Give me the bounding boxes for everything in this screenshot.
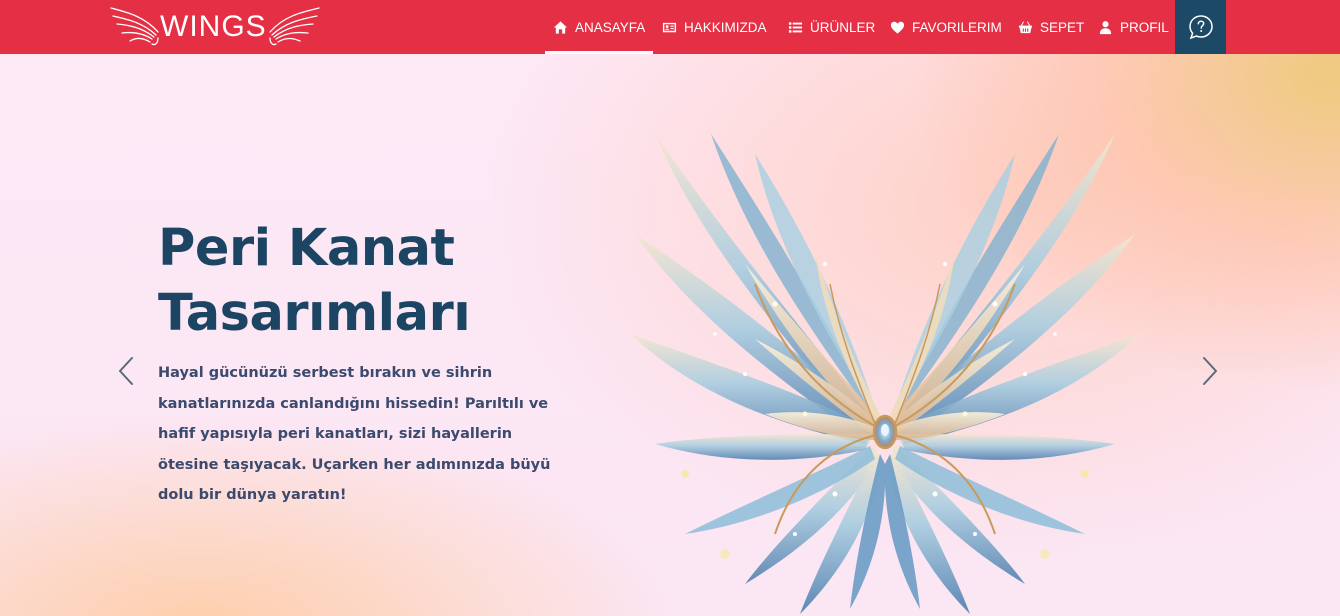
heart-icon	[890, 21, 905, 34]
carousel-prev-button[interactable]	[112, 351, 140, 391]
carousel-next-button[interactable]	[1196, 351, 1224, 391]
hero-title: Peri Kanat Tasarımları	[158, 219, 471, 343]
question-bubble-icon	[1188, 15, 1213, 40]
brand-logo[interactable]: WINGS	[108, 4, 322, 48]
chevron-left-icon	[119, 357, 133, 385]
nav-label: ANASAYFA	[575, 19, 646, 35]
nav-item-profil[interactable]: PROFIL	[1098, 0, 1169, 54]
basket-icon	[1018, 20, 1033, 33]
home-icon	[553, 20, 568, 34]
nav-label: HAKKIMIZDA	[684, 19, 767, 35]
nav-item-sepet[interactable]: SEPET	[1018, 0, 1084, 54]
nav-item-hakkimizda[interactable]: HAKKIMIZDA	[662, 0, 767, 54]
nav-label: FAVORILERIM	[912, 19, 1002, 35]
nav-label: SEPET	[1040, 19, 1085, 35]
fairy-wings-illustration	[629, 133, 1141, 615]
nav-label: ÜRÜNLER	[810, 19, 876, 35]
list-icon	[788, 21, 803, 33]
hero-description: Hayal gücünüzü serbest bırakın ve sihrin…	[158, 365, 551, 503]
nav-item-urunler[interactable]: ÜRÜNLER	[788, 0, 875, 54]
user-icon	[1099, 20, 1112, 34]
nav-item-favorilerim[interactable]: FAVORILERIM	[890, 0, 1002, 54]
nav-item-anasayfa[interactable]: ANASAYFA	[544, 0, 654, 54]
id-card-icon	[662, 22, 677, 32]
navbar: WINGS ANASAYFA HAKKIMIZDA ÜRÜNLER FAVORI…	[0, 0, 1340, 54]
help-button[interactable]	[1175, 0, 1226, 54]
hero-carousel: Peri Kanat Tasarımları Hayal gücünüzü se…	[0, 54, 1340, 616]
brand-name: WINGS	[160, 10, 267, 43]
nav-label: PROFIL	[1120, 19, 1169, 35]
chevron-right-icon	[1203, 357, 1217, 385]
